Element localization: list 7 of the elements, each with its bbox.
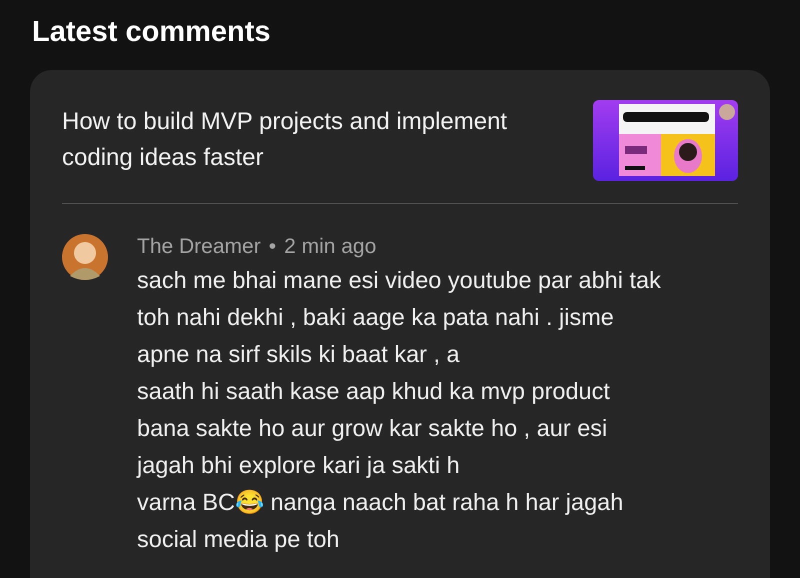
avatar (62, 234, 108, 280)
section-heading: Latest comments (32, 15, 272, 50)
author-name[interactable]: The Dreamer (137, 234, 261, 260)
video-title[interactable]: How to build MVP projects and implement coding ideas faster (62, 104, 573, 176)
comment-time: 2 min ago (284, 234, 376, 260)
separator-dot: • (268, 234, 276, 260)
comment-text: sach me bhai mane esi video youtube par abhi tak toh nahi dekhi , baki aage ka pata nahi . jisme apne na sirf skils ki baat kar , a saath hi saath kase aap khud ka mvp product bana sakte ho aur grow kar sakte ho , aur esi jagah bhi explore kari ja sakti h varna BC😂 nanga naach bat raha h har jagah social media pe toh (137, 266, 661, 554)
